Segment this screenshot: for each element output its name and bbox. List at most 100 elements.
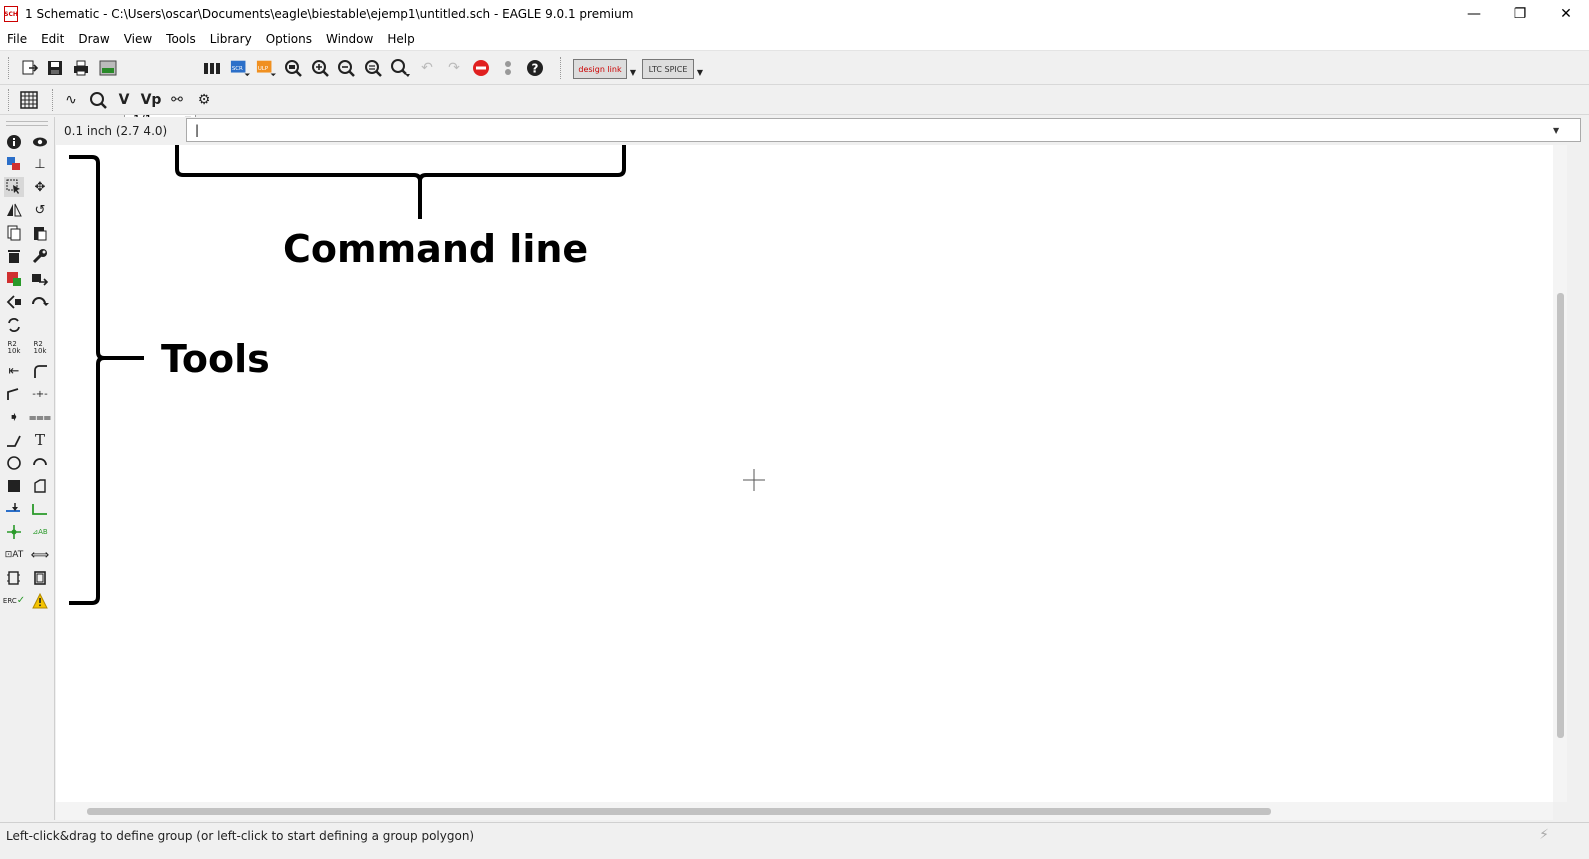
polygon-icon[interactable] [30, 476, 50, 496]
chevron-down-icon[interactable]: ▼ [690, 62, 710, 82]
replace-icon[interactable] [30, 269, 50, 289]
vertical-scroll-thumb[interactable] [1557, 293, 1564, 738]
svg-text:?: ? [532, 62, 539, 76]
print-icon[interactable] [71, 58, 91, 78]
move-icon[interactable]: ✥ [30, 177, 50, 197]
value-icon[interactable]: V [114, 90, 134, 110]
text-icon[interactable]: T [30, 430, 50, 450]
menu-options[interactable]: Options [259, 32, 319, 46]
ltc-spice-button[interactable]: LTC SPICE [642, 59, 694, 79]
schematic-canvas[interactable]: Command line Tools [56, 145, 1553, 802]
command-input[interactable] [186, 118, 1581, 142]
script-icon[interactable]: SCR [230, 58, 250, 78]
label-abc-icon[interactable]: ⊿AB [30, 522, 50, 542]
rotate-icon[interactable]: ↺ [30, 200, 50, 220]
smash-icon[interactable]: ⇤ [4, 361, 24, 381]
menu-library[interactable]: Library [203, 32, 259, 46]
delete-icon[interactable] [4, 246, 24, 266]
menu-view[interactable]: View [117, 32, 159, 46]
save-icon[interactable] [45, 58, 65, 78]
layer-wire-icon[interactable]: ∿ [61, 90, 81, 110]
display-icon[interactable] [4, 154, 24, 174]
design-link-button[interactable]: design link [573, 59, 627, 79]
frame-icon[interactable] [4, 568, 24, 588]
menu-help[interactable]: Help [380, 32, 421, 46]
wire-icon[interactable] [4, 430, 24, 450]
close-button[interactable]: ✕ [1543, 0, 1589, 28]
menu-file[interactable]: File [0, 32, 34, 46]
wrench-icon[interactable] [30, 246, 50, 266]
pinswap-icon[interactable] [30, 292, 50, 312]
zoom-in-icon[interactable] [310, 58, 330, 78]
palette-grip[interactable] [6, 121, 48, 122]
undo-icon[interactable]: ↶ [417, 58, 437, 78]
zoom-fit-icon[interactable] [283, 58, 303, 78]
cam-icon[interactable] [98, 58, 118, 78]
menu-window[interactable]: Window [319, 32, 380, 46]
settings-icon[interactable]: ⚙ [194, 90, 214, 110]
status-bar: Left-click&drag to define group (or left… [0, 822, 1589, 859]
tools-annotation: Tools [161, 337, 270, 381]
horizontal-scroll-thumb[interactable] [87, 808, 1271, 815]
net-connect-icon[interactable] [4, 499, 24, 519]
redo-icon[interactable]: ↷ [444, 58, 464, 78]
ulp-icon[interactable]: ULP [256, 58, 276, 78]
chevron-down-icon[interactable]: ▼ [623, 62, 643, 82]
palette-grip[interactable] [6, 125, 48, 126]
gateswap-icon[interactable] [4, 292, 24, 312]
restore-button[interactable]: ❐ [1497, 0, 1543, 28]
bus-icon[interactable]: ⩶ [29, 407, 51, 427]
open-icon[interactable] [20, 58, 40, 78]
grid-icon[interactable] [19, 90, 39, 110]
invoke-icon[interactable] [4, 315, 24, 335]
go-icon[interactable] [498, 58, 518, 78]
rectangle-icon[interactable] [4, 476, 24, 496]
slice-icon[interactable]: -+- [30, 384, 50, 404]
window-title: 1 Schematic - C:\Users\oscar\Documents\e… [25, 7, 634, 21]
info-icon[interactable] [4, 132, 24, 152]
toolbar-grip[interactable] [560, 57, 564, 79]
dimension-icon[interactable]: ⟺ [30, 545, 50, 565]
circle-icon[interactable] [4, 453, 24, 473]
copy-icon[interactable] [4, 223, 24, 243]
erc-icon[interactable]: ERC ✓ [3, 591, 25, 611]
board-switch-icon[interactable] [202, 58, 222, 78]
net-icon[interactable]: ➧ [4, 407, 24, 427]
minimize-button[interactable]: — [1451, 0, 1497, 28]
zoom-out-icon[interactable] [336, 58, 356, 78]
arc-icon[interactable] [30, 453, 50, 473]
app-icon: SCH [4, 6, 18, 22]
vertical-scrollbar[interactable] [1553, 145, 1567, 802]
group-icon[interactable] [4, 177, 24, 197]
inspect-icon[interactable] [88, 90, 108, 110]
stop-icon[interactable] [471, 58, 491, 78]
miter-icon[interactable] [30, 361, 50, 381]
menu-tools[interactable]: Tools [159, 32, 203, 46]
horizontal-scrollbar[interactable] [56, 802, 1553, 820]
parameter-toolbar: ∿ V Vp ⚯ ⚙ [0, 86, 1589, 115]
edit-frame-icon[interactable] [30, 568, 50, 588]
toolbar-grip[interactable] [8, 89, 12, 111]
zoom-redraw-icon[interactable] [363, 58, 383, 78]
attribute-icon[interactable]: ⊡AT [4, 545, 24, 565]
help-icon[interactable]: ? [525, 58, 545, 78]
toolbar-grip[interactable] [52, 89, 56, 111]
toolbar-grip[interactable] [8, 57, 12, 79]
name-icon[interactable]: R2 10k [4, 338, 24, 358]
menu-edit[interactable]: Edit [34, 32, 71, 46]
value-tool-icon[interactable]: R2 10k [30, 338, 50, 358]
menu-draw[interactable]: Draw [71, 32, 116, 46]
mirror-icon[interactable] [4, 200, 24, 220]
split-icon[interactable] [4, 384, 24, 404]
warning-icon[interactable] [30, 591, 50, 611]
mark-icon[interactable]: ⊥ [30, 154, 50, 174]
add-part-icon[interactable] [4, 269, 24, 289]
vp-icon[interactable]: Vp [141, 90, 162, 110]
label-icon[interactable] [30, 499, 50, 519]
junction-icon[interactable] [4, 522, 24, 542]
paste-icon[interactable] [30, 223, 50, 243]
zoom-select-icon[interactable] [390, 58, 410, 78]
link-icon[interactable]: ⚯ [167, 90, 187, 110]
chevron-down-icon[interactable]: ▼ [1553, 126, 1559, 135]
show-icon[interactable] [30, 132, 50, 152]
